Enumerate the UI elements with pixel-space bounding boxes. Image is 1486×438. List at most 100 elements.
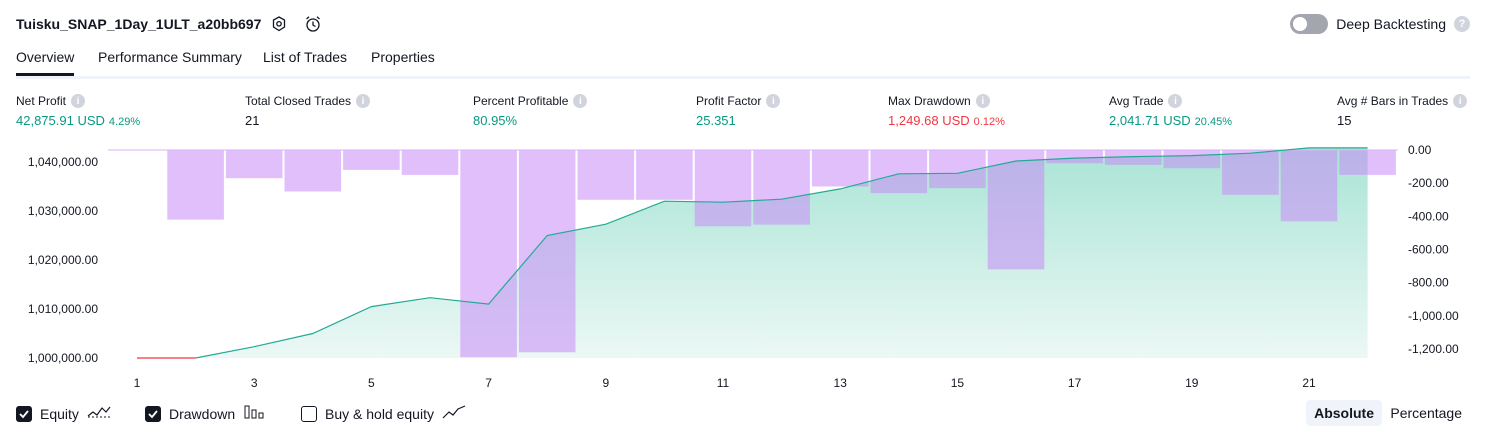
- metric-label: Max Drawdown: [888, 94, 971, 108]
- x-axis-tick-label: 3: [251, 376, 258, 390]
- metric-net-profit: Net Profit i 42,875.91 USD 4.29%: [16, 94, 140, 128]
- x-axis-tick-label: 9: [602, 376, 609, 390]
- equity-toggle-label: Equity: [40, 405, 79, 422]
- equity-drawdown-chart: 1,040,000.00 1,030,000.00 1,020,000.00 1,01…: [28, 143, 1459, 390]
- x-axis-tick-label: 17: [1068, 376, 1082, 390]
- metric-value: 21: [245, 113, 260, 128]
- report-tabs: Overview Performance Summary List of Tra…: [16, 48, 1470, 79]
- drawdown-bar: [1163, 150, 1221, 169]
- alarm-clock-icon[interactable]: [302, 13, 324, 35]
- percentage-mode-button[interactable]: Percentage: [1382, 400, 1470, 426]
- metric-value: 25.351: [696, 113, 736, 128]
- metric-avg-bars-in-trades: Avg # Bars in Trades i 15: [1337, 94, 1468, 128]
- absolute-mode-button[interactable]: Absolute: [1306, 400, 1382, 426]
- x-axis-tick-label: 15: [951, 376, 965, 390]
- right-axis-tick-label: -200.00: [1408, 176, 1449, 190]
- equity-toggle[interactable]: Equity: [16, 404, 111, 423]
- right-axis-tick-label: -600.00: [1408, 243, 1449, 257]
- x-axis-tick-label: 7: [485, 376, 492, 390]
- drawdown-bar: [1339, 150, 1396, 175]
- metric-percent: 4.29%: [108, 116, 141, 128]
- info-icon[interactable]: i: [1168, 94, 1183, 108]
- tab-list-of-trades[interactable]: List of Trades: [263, 49, 347, 65]
- metric-percent-profitable: Percent Profitable i 80.95%: [473, 94, 588, 128]
- metric-percent: 0.12%: [973, 116, 1005, 128]
- x-axis-tick-label: 11: [717, 376, 730, 390]
- left-axis-tick-label: 1,020,000.00: [28, 253, 98, 267]
- checkbox-checked-icon[interactable]: [16, 405, 32, 422]
- tab-overview[interactable]: Overview: [16, 49, 75, 76]
- checkbox-checked-icon[interactable]: [145, 405, 161, 422]
- drawdown-bar: [753, 150, 810, 225]
- right-axis-tick-label: 0.00: [1408, 143, 1432, 157]
- metric-value: 80.95%: [473, 113, 518, 128]
- help-icon[interactable]: ?: [1454, 16, 1470, 32]
- metric-avg-trade: Avg Trade i 2,041.71 USD 20.45%: [1109, 94, 1232, 128]
- x-axis-tick-label: 19: [1185, 376, 1199, 390]
- info-icon[interactable]: i: [71, 94, 86, 108]
- metric-label: Total Closed Trades: [245, 94, 352, 108]
- right-axis-tick-label: -1,000.00: [1408, 309, 1459, 323]
- info-icon[interactable]: i: [356, 94, 371, 108]
- info-icon[interactable]: i: [573, 94, 588, 108]
- left-axis-tick-label: 1,010,000.00: [28, 302, 98, 316]
- drawdown-bar: [636, 150, 693, 200]
- deep-backtesting-label: Deep Backtesting: [1336, 16, 1446, 32]
- drawdown-bar: [577, 150, 635, 200]
- checkbox-unchecked-icon[interactable]: [301, 405, 317, 422]
- metric-max-drawdown: Max Drawdown i 1,249.68 USD 0.12%: [888, 94, 1005, 128]
- drawdown-toggle[interactable]: Drawdown: [145, 404, 265, 423]
- metric-label: Percent Profitable: [473, 94, 569, 108]
- left-axis-tick-label: 1,030,000.00: [28, 204, 98, 218]
- equity-line-icon: [87, 404, 111, 423]
- drawdown-toggle-label: Drawdown: [169, 405, 236, 422]
- left-axis-tick-label: 1,040,000.00: [28, 155, 98, 169]
- drawdown-bar: [987, 150, 1045, 270]
- metric-label: Net Profit: [16, 94, 67, 108]
- drawdown-bars-icon: [243, 404, 265, 423]
- drawdown-bar: [1280, 150, 1338, 222]
- x-axis-tick-label: 13: [834, 376, 848, 390]
- tab-properties[interactable]: Properties: [371, 49, 435, 65]
- buy-hold-line-icon: [442, 404, 466, 423]
- metric-percent: 20.45%: [1194, 116, 1232, 128]
- buy-hold-toggle[interactable]: Buy & hold equity: [301, 404, 466, 423]
- left-axis-tick-label: 1,000,000.00: [28, 351, 98, 365]
- right-axis-tick-label: -800.00: [1408, 276, 1449, 290]
- metric-label: Avg # Bars in Trades: [1337, 94, 1449, 108]
- drawdown-bar: [694, 150, 752, 227]
- tab-performance-summary[interactable]: Performance Summary: [98, 49, 242, 65]
- strategy-header: Tuisku_SNAP_1Day_1ULT_a20bb697 Deep Back…: [16, 10, 1470, 38]
- drawdown-bar: [225, 150, 283, 179]
- info-icon[interactable]: i: [975, 94, 990, 108]
- metric-label: Profit Factor: [696, 94, 762, 108]
- x-axis-tick-label: 21: [1302, 376, 1316, 390]
- right-axis-tick-label: -1,200.00: [1408, 342, 1459, 356]
- metric-value: 15: [1337, 113, 1352, 128]
- metric-total-closed-trades: Total Closed Trades i 21: [245, 94, 371, 128]
- info-icon[interactable]: i: [1453, 94, 1468, 108]
- chart-controls: Equity Drawdown Buy & hold equity Absolu…: [16, 400, 1470, 427]
- deep-backtesting-toggle[interactable]: [1290, 14, 1329, 34]
- x-axis-tick-label: 5: [368, 376, 375, 390]
- metric-value: 2,041.71 USD: [1109, 113, 1191, 128]
- drawdown-bar: [401, 150, 459, 175]
- drawdown-bar: [167, 150, 224, 220]
- metric-value: 1,249.68 USD: [888, 113, 970, 128]
- right-axis-tick-label: -400.00: [1408, 209, 1449, 223]
- drawdown-bar: [284, 150, 342, 192]
- drawdown-bar: [811, 150, 869, 187]
- x-axis-tick-label: 1: [134, 376, 141, 390]
- drawdown-bar: [1222, 150, 1279, 195]
- drawdown-bar: [870, 150, 928, 194]
- info-icon[interactable]: i: [766, 94, 781, 108]
- drawdown-bar: [460, 150, 517, 358]
- drawdown-bar: [518, 150, 576, 353]
- drawdown-bar: [343, 150, 400, 170]
- metric-profit-factor: Profit Factor i 25.351: [696, 94, 781, 128]
- settings-icon[interactable]: [268, 13, 290, 35]
- drawdown-bar: [1046, 150, 1103, 164]
- metric-label: Avg Trade: [1109, 94, 1164, 108]
- deep-backtesting-control: Deep Backtesting ?: [1290, 14, 1470, 34]
- strategy-title: Tuisku_SNAP_1Day_1ULT_a20bb697: [16, 16, 262, 32]
